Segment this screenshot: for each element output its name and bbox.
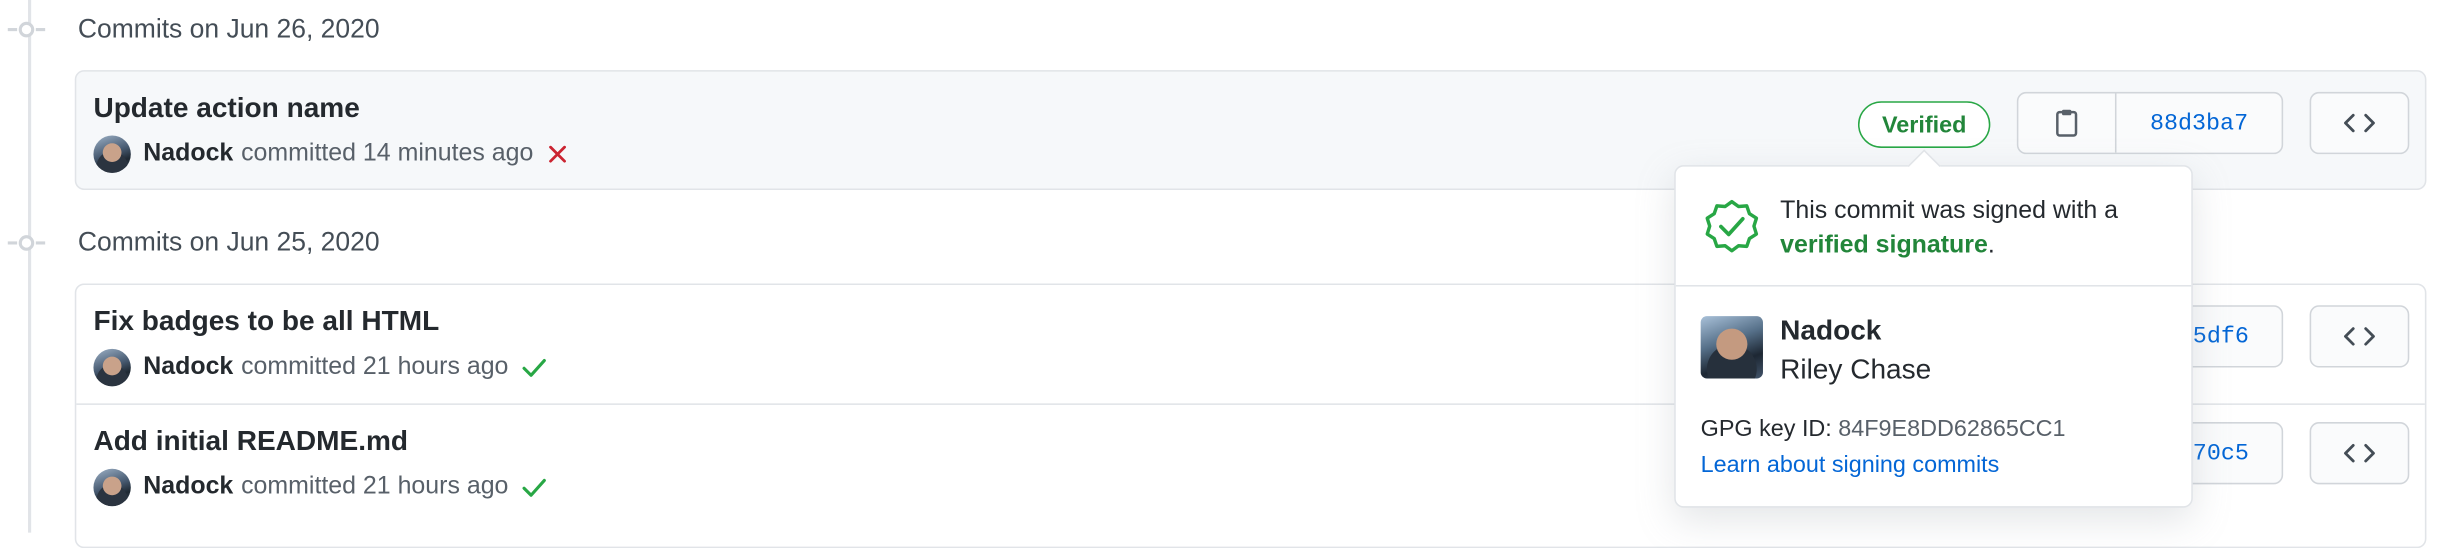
commit-history-page: Commits on Jun 26, 2020 Update action na… [0, 0, 2442, 548]
popover-divider [1675, 285, 2192, 287]
browse-code-button[interactable] [2309, 91, 2410, 155]
verified-shield-icon [1705, 199, 1759, 253]
signature-message: This commit was signed with a verified s… [1780, 195, 2169, 264]
code-icon [2344, 444, 2375, 463]
browse-code-button[interactable] [2309, 305, 2410, 368]
author-avatar[interactable] [93, 135, 131, 173]
code-icon [2344, 113, 2375, 133]
commit-meta: Nadock committed 21 hours ago [93, 347, 548, 387]
signature-message-text: This commit was signed with a [1780, 197, 2119, 225]
commit-title-link[interactable]: Add initial README.md [93, 425, 408, 458]
copy-sha-button[interactable] [2018, 93, 2117, 153]
status-check-icon[interactable] [521, 355, 549, 380]
commit-meta: Nadock committed 14 minutes ago [93, 134, 570, 174]
code-icon [2344, 327, 2375, 346]
author-link[interactable]: Nadock [143, 354, 233, 382]
commit-title-link[interactable]: Fix badges to be all HTML [93, 305, 439, 338]
timeline-line [28, 0, 32, 533]
signature-message-period: . [1987, 232, 1995, 259]
clipboard-icon [2056, 109, 2078, 137]
commit-sha-link[interactable]: 88d3ba7 [2117, 93, 2282, 152]
browse-code-button[interactable] [2309, 422, 2410, 485]
verified-badge[interactable]: Verified [1857, 101, 1991, 148]
verified-signature-popover: This commit was signed with a verified s… [1674, 149, 2193, 508]
signer-login-link[interactable]: Nadock [1780, 315, 1881, 348]
author-avatar[interactable] [93, 348, 131, 387]
status-x-icon[interactable] [546, 142, 571, 167]
status-check-icon[interactable] [521, 475, 549, 500]
commit-group-date: Commits on Jun 25, 2020 [77, 227, 380, 257]
signer-full-name: Riley Chase [1780, 353, 1932, 385]
signer-avatar[interactable] [1700, 316, 1763, 379]
gpg-key-info: GPG key ID: 84F9E8DD62865CC1 [1701, 416, 2066, 442]
commit-time-text: committed 14 minutes ago [241, 140, 534, 167]
commit-title-link[interactable]: Update action name [93, 92, 359, 125]
timeline-commit-icon [7, 235, 46, 251]
timeline-commit-icon [7, 21, 46, 38]
verified-signature-link[interactable]: verified signature [1780, 232, 1988, 258]
author-link[interactable]: Nadock [143, 140, 233, 168]
learn-signing-link[interactable]: Learn about signing commits [1701, 452, 2000, 478]
gpg-key-label: GPG key ID: [1700, 415, 1832, 443]
commit-group-date: Commits on Jun 26, 2020 [77, 14, 380, 44]
commit-meta: Nadock committed 21 hours ago [93, 467, 548, 507]
gpg-key-id: 84F9E8DD62865CC1 [1838, 415, 2066, 443]
author-avatar[interactable] [93, 468, 131, 507]
commit-time-text: committed 21 hours ago [241, 353, 509, 381]
commit-time-text: committed 21 hours ago [241, 473, 509, 500]
sha-button-group: 88d3ba7 [2016, 91, 2284, 155]
author-link[interactable]: Nadock [143, 473, 233, 501]
